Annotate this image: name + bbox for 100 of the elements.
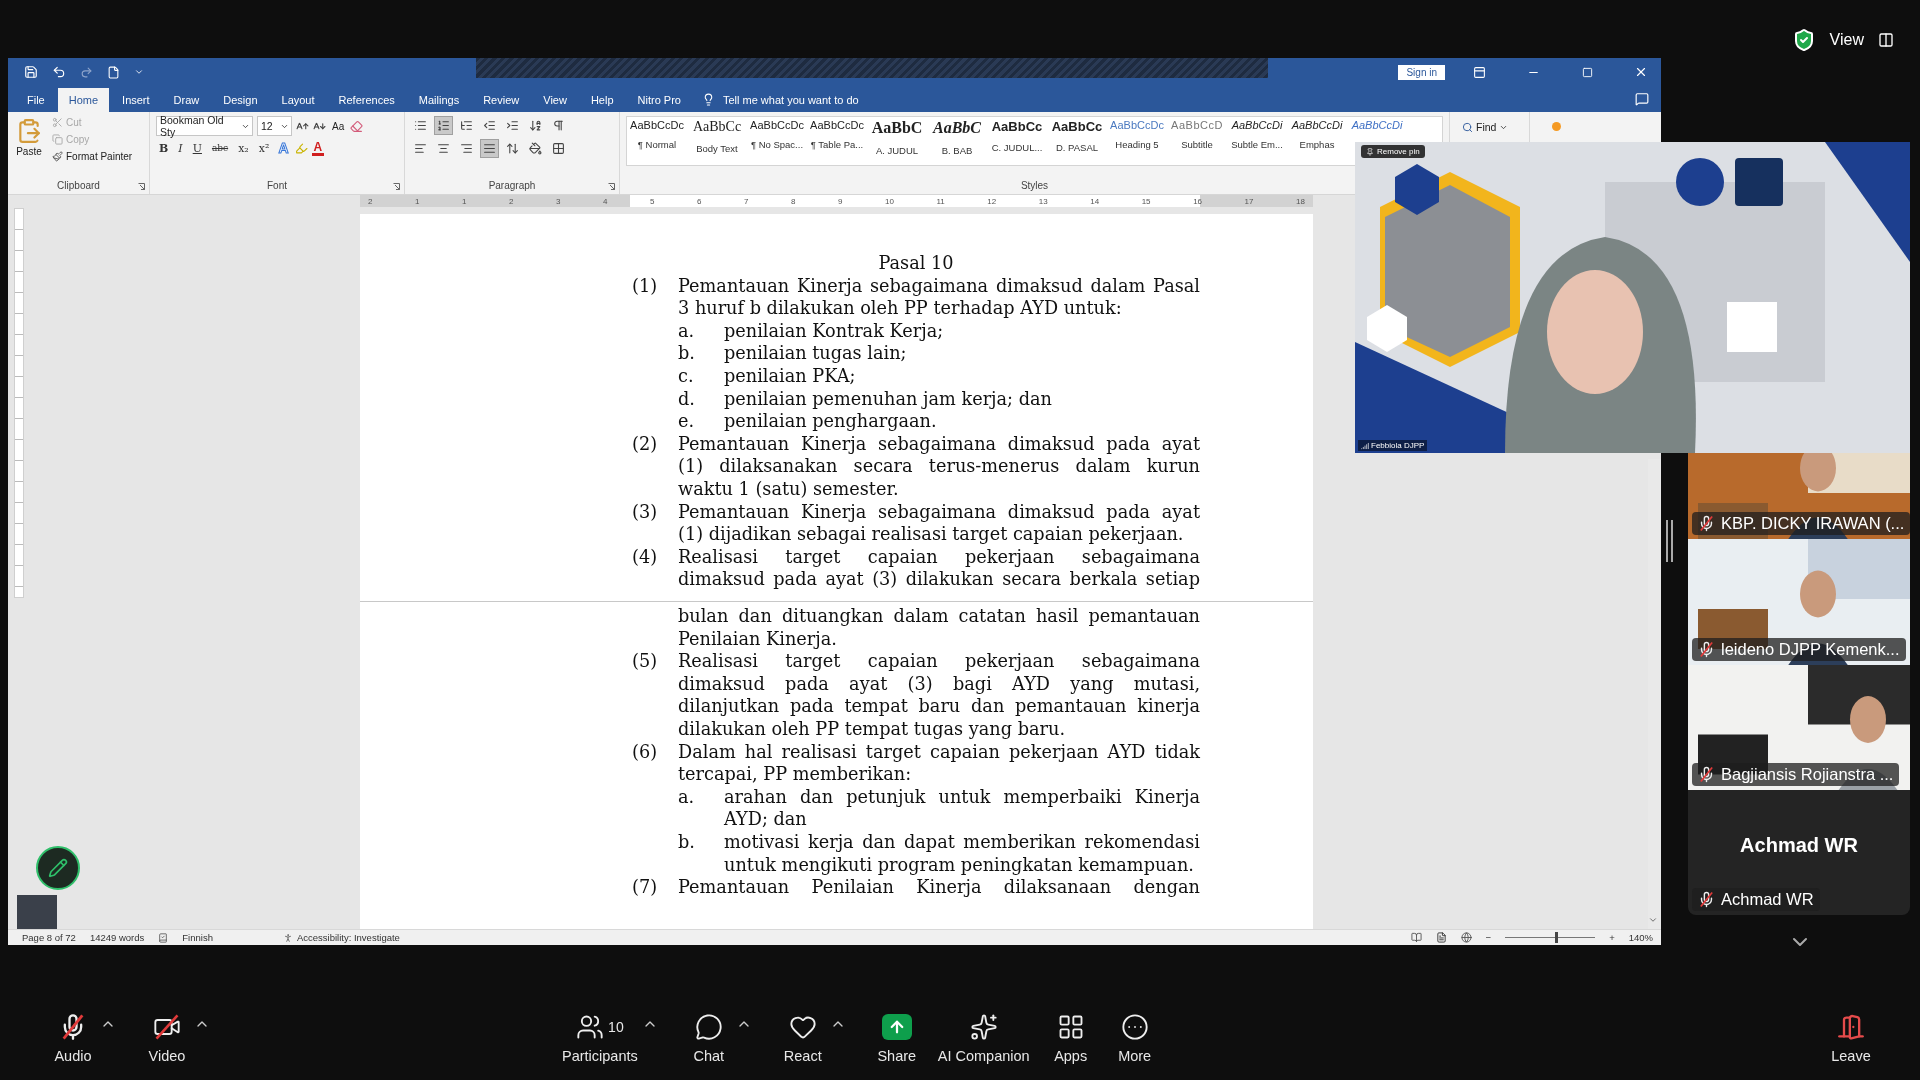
style-preview[interactable]: AaBbC <box>871 119 923 137</box>
style-name: C. JUDUL... <box>991 142 1043 153</box>
style-name: A. JUDUL <box>875 145 919 156</box>
more-button[interactable]: More <box>1105 1011 1164 1064</box>
tell-me-field[interactable]: Tell me what you want to do <box>722 94 859 106</box>
justify-icon[interactable] <box>480 139 499 158</box>
dialog-launcher-icon[interactable] <box>138 183 145 190</box>
participant-name: leideno DJPP Kemenk... <box>1721 640 1900 659</box>
ruler-number: 14 <box>1090 196 1100 206</box>
customize-caret-icon[interactable] <box>134 67 144 77</box>
style-preview[interactable]: AaBbCcDc <box>810 119 864 131</box>
accessibility-icon <box>282 932 293 943</box>
ribbon-tab[interactable]: Draw <box>162 88 211 112</box>
audio-button[interactable]: Audio <box>44 1011 102 1064</box>
slider-thumb[interactable] <box>1554 932 1558 943</box>
style-preview[interactable]: AaBbCc <box>1051 119 1103 134</box>
paste-button[interactable]: Paste <box>14 116 44 180</box>
ruler-number: 10 <box>885 196 894 206</box>
undo-icon[interactable] <box>52 65 66 79</box>
style-preview[interactable]: AaBbCcDi <box>1231 119 1283 131</box>
ribbon-tab[interactable]: Help <box>579 88 625 112</box>
zoom-out-button[interactable]: − <box>1485 932 1492 943</box>
style-preview[interactable]: AaBbCcD <box>1171 119 1223 131</box>
ribbon-display-icon[interactable] <box>1472 65 1486 79</box>
new-document-icon[interactable] <box>107 65 120 79</box>
ribbon-tab[interactable]: File <box>16 88 56 112</box>
font-size-dropdown[interactable]: 12 <box>257 116 292 136</box>
format-button[interactable]: U <box>189 141 205 155</box>
print-layout-icon[interactable] <box>1435 932 1447 943</box>
style-preview[interactable]: AaBbCcDc <box>750 119 804 131</box>
sign-in-button[interactable]: Sign in <box>1398 64 1445 80</box>
sparkle-icon <box>969 1012 998 1041</box>
accessibility-status[interactable]: Accessibility: Investigate <box>296 932 400 943</box>
style-preview[interactable]: AaBbCc <box>991 119 1043 134</box>
copy-icon <box>52 134 63 145</box>
ribbon-tab[interactable]: Nitro Pro <box>626 88 692 112</box>
maximize-icon[interactable] <box>1581 66 1593 78</box>
read-mode-icon[interactable] <box>1410 932 1422 943</box>
comments-icon[interactable] <box>1635 92 1649 106</box>
ribbon-tab[interactable]: Design <box>212 88 269 112</box>
item-number: (7) <box>632 876 659 899</box>
save-icon[interactable] <box>24 65 38 79</box>
ribbon-tab[interactable]: Home <box>57 88 110 112</box>
font-color-button[interactable]: A <box>311 140 325 156</box>
group-label: Paragraph <box>488 180 536 193</box>
web-layout-icon[interactable] <box>1460 932 1472 943</box>
ribbon-tab[interactable]: Insert <box>111 88 161 112</box>
format-button[interactable]: x² <box>255 141 273 155</box>
view-label[interactable]: View <box>1829 31 1864 49</box>
format-button[interactable]: abc <box>208 143 232 153</box>
style-preview[interactable]: AaBbCcDc <box>630 119 684 131</box>
dot-icon <box>1552 122 1561 131</box>
item-letter: c. <box>678 364 695 388</box>
style-preview[interactable]: AaBbC <box>933 119 981 137</box>
item-letter: b. <box>678 830 696 854</box>
proofing-icon[interactable] <box>158 932 169 943</box>
close-icon[interactable] <box>1634 65 1648 79</box>
dialog-launcher-icon[interactable] <box>393 183 400 190</box>
format-button[interactable]: I <box>175 141 186 155</box>
format-painter-button[interactable]: Format Painter <box>50 150 135 163</box>
ribbon-tab[interactable]: Layout <box>270 88 326 112</box>
search-icon <box>1462 121 1473 133</box>
ribbon-tab[interactable]: Review <box>472 88 531 112</box>
react-button[interactable]: React <box>773 1011 832 1064</box>
format-button[interactable]: x₂ <box>235 141 252 155</box>
style-preview[interactable]: AaBbCcDi <box>1351 119 1403 131</box>
pencil-icon <box>48 858 68 878</box>
dialog-launcher-icon[interactable] <box>608 183 615 190</box>
layout-icon[interactable] <box>1878 32 1894 48</box>
share-button[interactable]: Share <box>867 1011 926 1064</box>
chat-button[interactable]: Chat <box>679 1011 738 1064</box>
video-button[interactable]: Video <box>138 1011 196 1064</box>
splitter-handle[interactable] <box>1666 520 1673 562</box>
zoom-in-button[interactable]: + <box>1609 932 1615 943</box>
participants-button[interactable]: 10 Participants <box>556 1011 644 1064</box>
ribbon-tab[interactable]: Mailings <box>407 88 471 112</box>
ribbon-tab[interactable]: View <box>532 88 578 112</box>
clear-formatting-icon[interactable] <box>350 119 364 133</box>
language-label: Finnish <box>182 932 213 943</box>
ai-button[interactable]: AI Companion <box>931 1011 1036 1064</box>
style-name: ¶ No Spac... <box>750 139 804 150</box>
style-name: Heading 5 <box>1115 139 1159 150</box>
style-preview[interactable]: AaBbCcDi <box>1291 119 1343 131</box>
chat-bubble-icon <box>694 1012 723 1041</box>
ruler-number: 12 <box>987 196 997 206</box>
ruler-number: 13 <box>1038 196 1048 206</box>
find-button[interactable]: Find <box>1456 120 1523 134</box>
leave-button[interactable]: Leave <box>1822 1011 1880 1064</box>
ribbon-tab[interactable]: References <box>327 88 406 112</box>
change-case-button[interactable]: Aa <box>330 119 347 133</box>
style-preview[interactable]: AaBbCcDc <box>1110 119 1164 131</box>
apps-button[interactable]: Apps <box>1041 1011 1100 1064</box>
more-icon <box>1120 1012 1149 1041</box>
participant-name: Achmad WR <box>1721 890 1814 909</box>
font-name-dropdown[interactable]: Bookman Old Sty <box>156 116 253 136</box>
style-name: Subtle Em... <box>1231 139 1283 150</box>
format-button[interactable]: B <box>156 141 172 155</box>
style-preview[interactable]: AaBbCc <box>692 119 742 135</box>
redo-icon[interactable] <box>80 65 93 79</box>
numbered-list-icon[interactable] <box>434 116 453 135</box>
